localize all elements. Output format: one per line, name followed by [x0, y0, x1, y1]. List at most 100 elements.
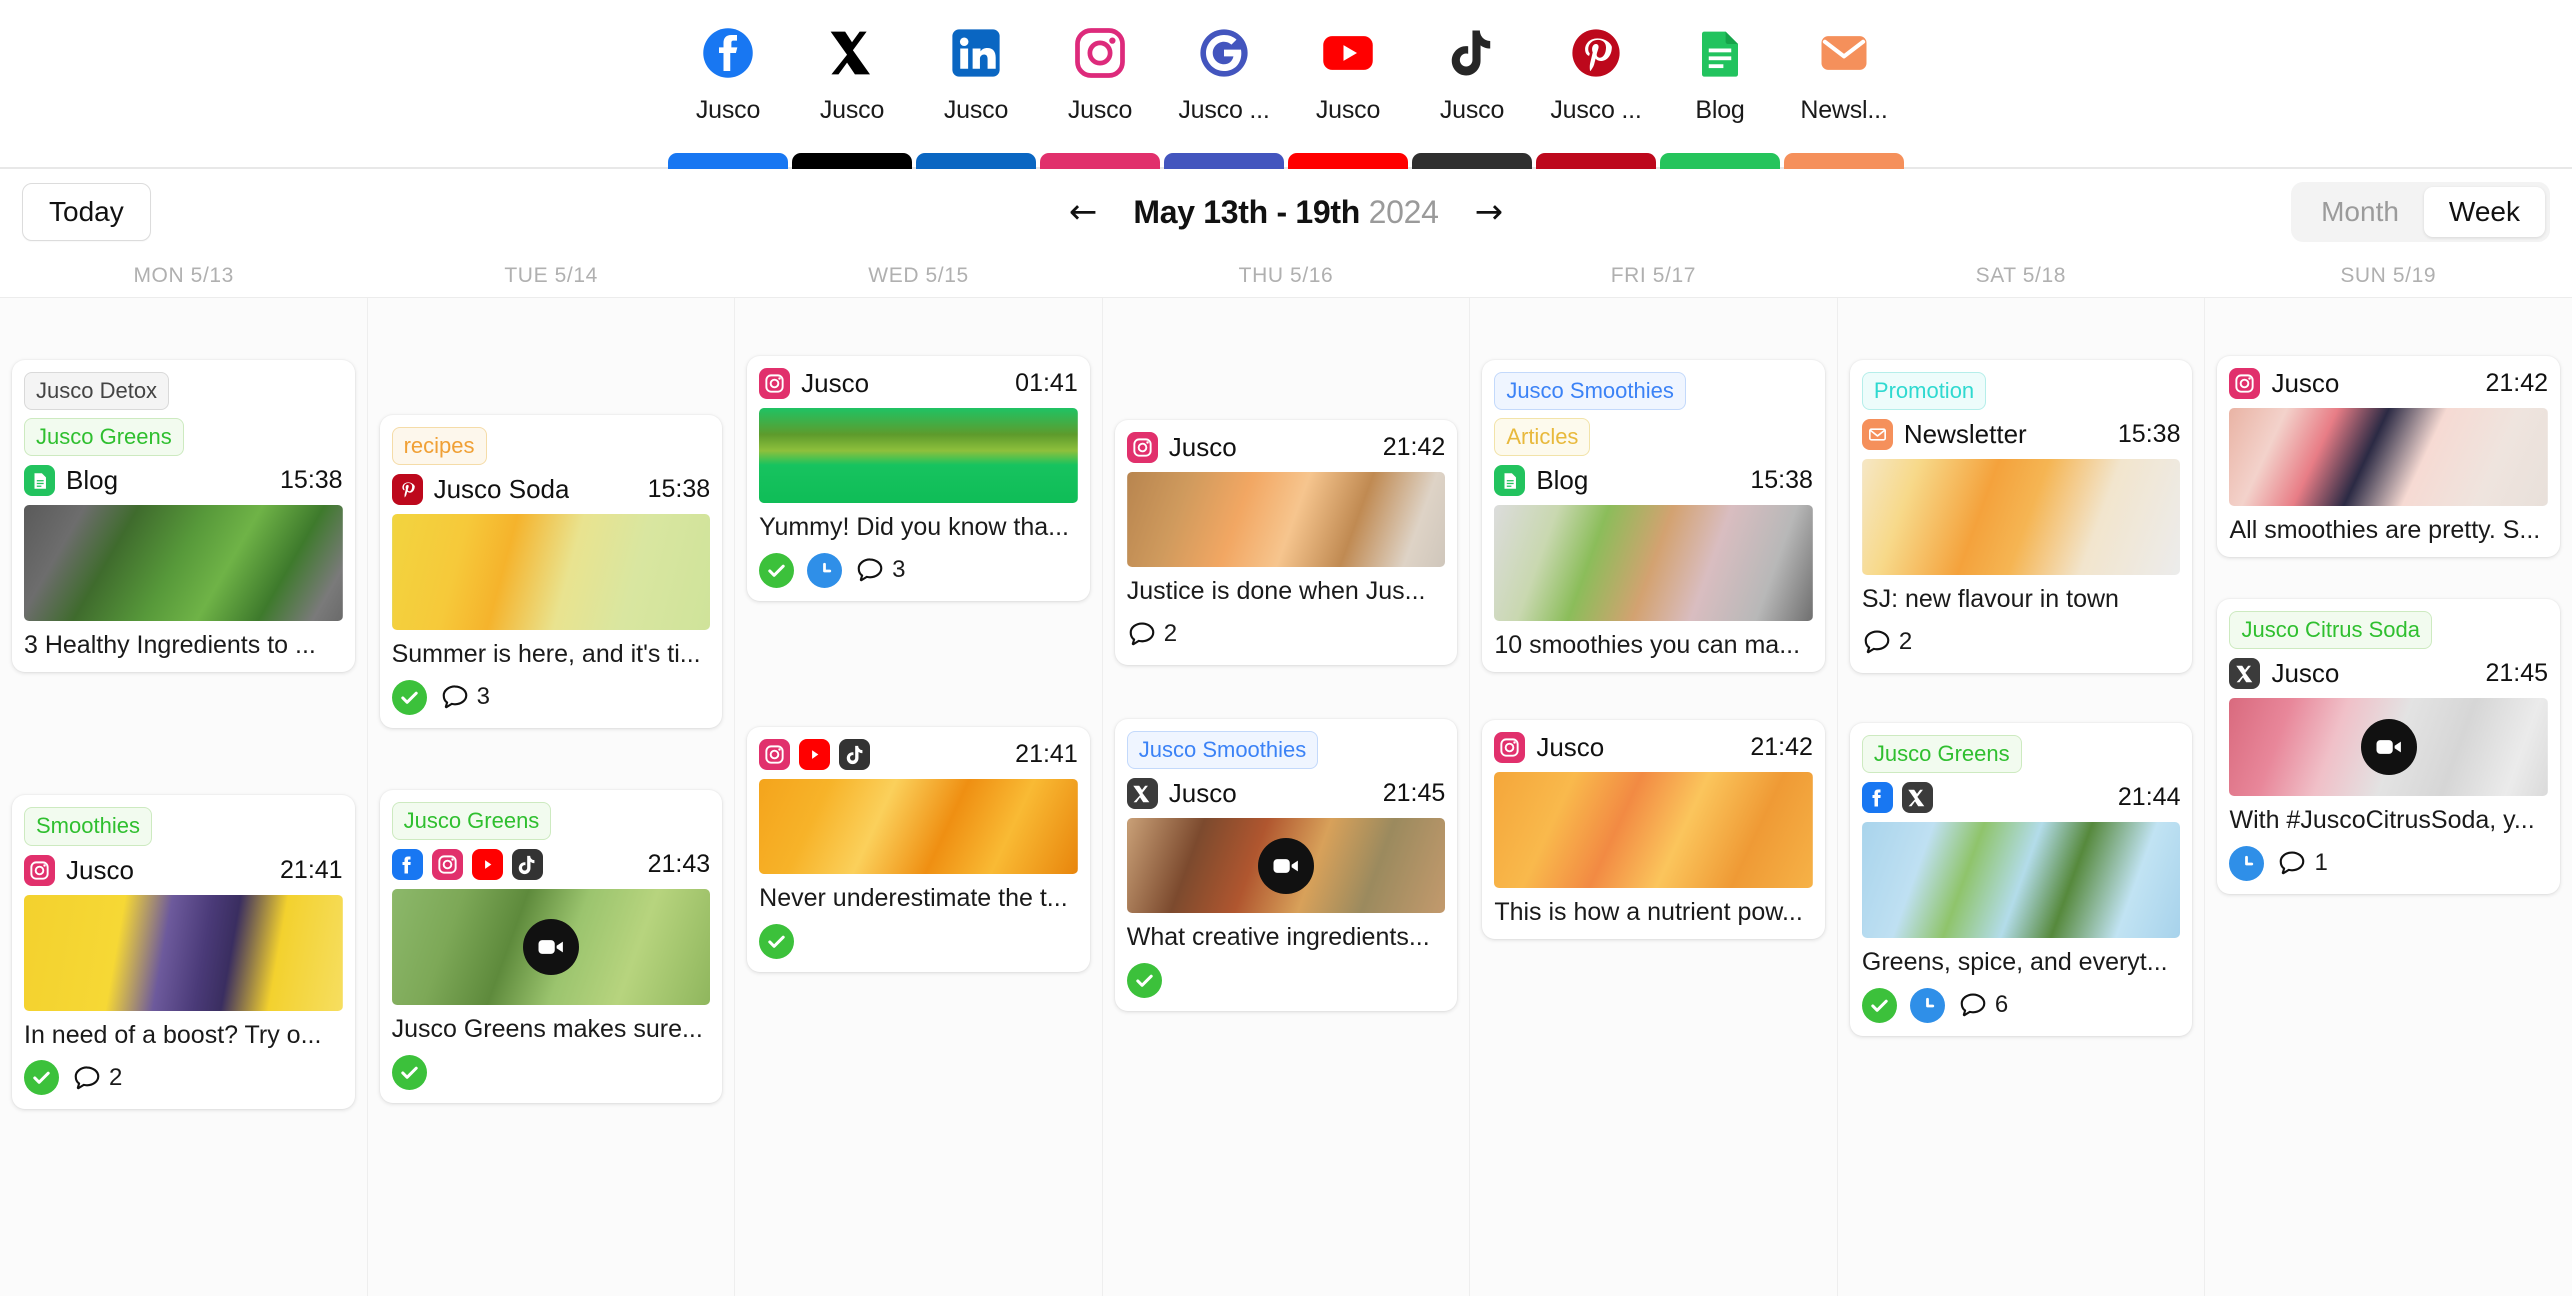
- channel-tab-instagram[interactable]: Jusco: [1038, 24, 1162, 169]
- comment-count[interactable]: 3: [440, 682, 490, 712]
- channel-tab-label: Jusco: [819, 96, 885, 124]
- post-channel-icons: [1126, 778, 1158, 810]
- comment-count[interactable]: 2: [1862, 627, 1912, 657]
- day-column-tue[interactable]: recipes Jusco Soda 15:38 Summer is here, an…: [368, 298, 736, 1296]
- post-status-row: [391, 1053, 711, 1091]
- post-card[interactable]: Jusco Smoothies Articles Blog 15:38 10 smoot…: [1482, 360, 1825, 673]
- channel-tab-tiktok[interactable]: Jusco: [1410, 24, 1534, 169]
- post-card[interactable]: Jusco Detox Jusco Greens Blog 15:38 3 Health…: [12, 360, 355, 673]
- comment-count[interactable]: 6: [1958, 990, 2008, 1020]
- day-column-thu[interactable]: Jusco 21:42 Justice is done when Jus... 2 Ju…: [1103, 298, 1471, 1296]
- post-tag[interactable]: Jusco Smoothies: [1494, 372, 1686, 411]
- channel-tab-blog-doc[interactable]: Blog: [1658, 24, 1782, 169]
- comment-count[interactable]: 2: [1127, 619, 1177, 649]
- channel-tab-google[interactable]: Jusco ...: [1162, 24, 1286, 169]
- day-column-fri[interactable]: Jusco Smoothies Articles Blog 15:38 10 smoot…: [1470, 298, 1838, 1296]
- post-card[interactable]: Jusco 21:42 Justice is done when Jus... 2: [1114, 420, 1458, 665]
- comment-count[interactable]: 3: [855, 555, 906, 585]
- channel-tab-underline: [792, 153, 912, 169]
- post-card[interactable]: Jusco Greens 21:43 Jusco Greens makes sure…: [379, 790, 723, 1104]
- post-card[interactable]: Jusco 21:42 All smoothies are pretty. S...: [2217, 356, 2561, 557]
- post-thumbnail: [1861, 459, 2181, 576]
- view-option-month[interactable]: Month: [2296, 187, 2424, 237]
- post-tag[interactable]: Jusco Greens: [1861, 735, 2022, 774]
- newsletter-icon: [1861, 419, 1893, 451]
- post-card[interactable]: Jusco Citrus Soda Jusco 21:45 With #JuscoCi…: [2217, 599, 2561, 895]
- post-channel-icons: [391, 474, 423, 506]
- post-channel-icons: [1494, 732, 1526, 764]
- post-card-header: Jusco 21:45: [2229, 658, 2548, 690]
- post-text: Justice is done when Jus...: [1126, 577, 1426, 605]
- post-text: Summer is here, and it's ti...: [391, 640, 701, 669]
- post-card[interactable]: Jusco Greens 21:44 Greens, spice, and ever…: [1849, 723, 2193, 1037]
- scheduled-clock-icon: [1909, 987, 1945, 1023]
- post-tag[interactable]: Promotion: [1861, 372, 1987, 411]
- post-status-row: 3: [391, 678, 711, 716]
- channel-tab-x-twitter[interactable]: Jusco: [790, 24, 914, 169]
- day-column-wed[interactable]: Jusco 01:41 Yummy! Did you know tha... 3 21:…: [735, 298, 1103, 1296]
- post-card-header: Jusco 21:42: [1126, 432, 1445, 463]
- channel-list: Jusco Jusco Jusco Jusco Jusco ... Jusco Jusco J…: [666, 0, 1906, 169]
- post-card[interactable]: 21:41 Never underestimate the t...: [747, 727, 1090, 972]
- post-tag[interactable]: Jusco Greens: [24, 418, 184, 457]
- calendar-grid-wrap: Jusco Detox Jusco Greens Blog 15:38 3 Health…: [0, 297, 2572, 1296]
- post-card[interactable]: Jusco 01:41 Yummy! Did you know tha... 3: [747, 356, 1090, 601]
- facebook-icon: [1861, 782, 1893, 814]
- day-header-tue: TUE 5/14: [504, 264, 598, 287]
- published-check-icon: [1861, 987, 1897, 1023]
- post-card-header: Blog 15:38: [24, 465, 343, 497]
- post-status-row: 2: [1127, 615, 1446, 653]
- post-thumbnail: [759, 779, 1078, 874]
- post-card[interactable]: Smoothies Jusco 21:41 In need of a boost? T…: [12, 795, 355, 1109]
- tiktok-icon: [1445, 26, 1499, 80]
- channel-tab-icon-wrap: [1195, 24, 1253, 82]
- post-time: 21:41: [1015, 740, 1078, 768]
- channel-tab-underline: [1660, 153, 1780, 169]
- post-card-tags: Jusco Smoothies: [1126, 731, 1446, 770]
- view-option-week[interactable]: Week: [2423, 187, 2545, 237]
- channel-tab-icon-wrap: [1815, 24, 1873, 82]
- google-icon: [1197, 26, 1251, 80]
- post-tag[interactable]: Jusco Greens: [391, 802, 552, 841]
- previous-week-button[interactable]: ←: [1063, 191, 1104, 233]
- post-text: 10 smoothies you can ma...: [1494, 631, 1801, 660]
- tiktok-icon: [511, 849, 543, 881]
- channel-tab-facebook[interactable]: Jusco: [666, 24, 790, 169]
- today-button[interactable]: Today: [22, 183, 151, 241]
- post-thumbnail: [1494, 505, 1813, 622]
- post-tag[interactable]: Smoothies: [24, 807, 152, 846]
- day-header-thu: THU 5/16: [1238, 264, 1334, 287]
- channel-tab-newsletter[interactable]: Newsl...: [1782, 24, 1906, 169]
- post-text: Never underestimate the t...: [759, 884, 1068, 912]
- channel-tab-underline: [1784, 153, 1904, 169]
- day-column-mon[interactable]: Jusco Detox Jusco Greens Blog 15:38 3 Health…: [0, 298, 368, 1296]
- post-card[interactable]: recipes Jusco Soda 15:38 Summer is here, an…: [379, 415, 723, 729]
- post-card[interactable]: Promotion Newsletter 15:38 SJ: new flavour …: [1849, 360, 2193, 674]
- comment-count[interactable]: 2: [72, 1063, 122, 1093]
- post-channel-icons: [24, 854, 55, 886]
- day-column-sat[interactable]: Promotion Newsletter 15:38 SJ: new flavour …: [1838, 298, 2206, 1296]
- post-tag[interactable]: Jusco Smoothies: [1126, 731, 1319, 770]
- channel-tab-icon-wrap: [823, 24, 881, 82]
- post-status-row: 2: [24, 1059, 343, 1097]
- day-header-fri: FRI 5/17: [1610, 264, 1697, 287]
- post-card[interactable]: Jusco Smoothies Jusco 21:45 What creative i…: [1114, 719, 1458, 1012]
- channel-tab-linkedin[interactable]: Jusco: [914, 24, 1038, 169]
- post-text: 3 Healthy Ingredients to ...: [24, 631, 316, 660]
- channel-tab-icon-wrap: [1567, 24, 1625, 82]
- post-card-header: Jusco 01:41: [759, 368, 1078, 399]
- channel-tab-youtube[interactable]: Jusco: [1286, 24, 1410, 169]
- post-tag[interactable]: Jusco Detox: [24, 372, 170, 411]
- post-tag[interactable]: Jusco Citrus Soda: [2229, 611, 2432, 650]
- comment-count[interactable]: 1: [2277, 848, 2328, 878]
- post-tag[interactable]: Articles: [1494, 418, 1591, 457]
- post-thumbnail: [1126, 818, 1446, 914]
- next-week-button[interactable]: →: [1469, 191, 1510, 233]
- post-tag[interactable]: recipes: [391, 427, 487, 466]
- scheduled-clock-icon: [2229, 845, 2265, 881]
- post-card[interactable]: Jusco 21:42 This is how a nutrient pow...: [1482, 720, 1825, 940]
- post-thumbnail: [24, 505, 343, 622]
- channel-tab-pinterest[interactable]: Jusco ...: [1534, 24, 1658, 169]
- day-column-sun[interactable]: Jusco 21:42 All smoothies are pretty. S...…: [2205, 298, 2572, 1296]
- instagram-icon: [1494, 732, 1526, 764]
